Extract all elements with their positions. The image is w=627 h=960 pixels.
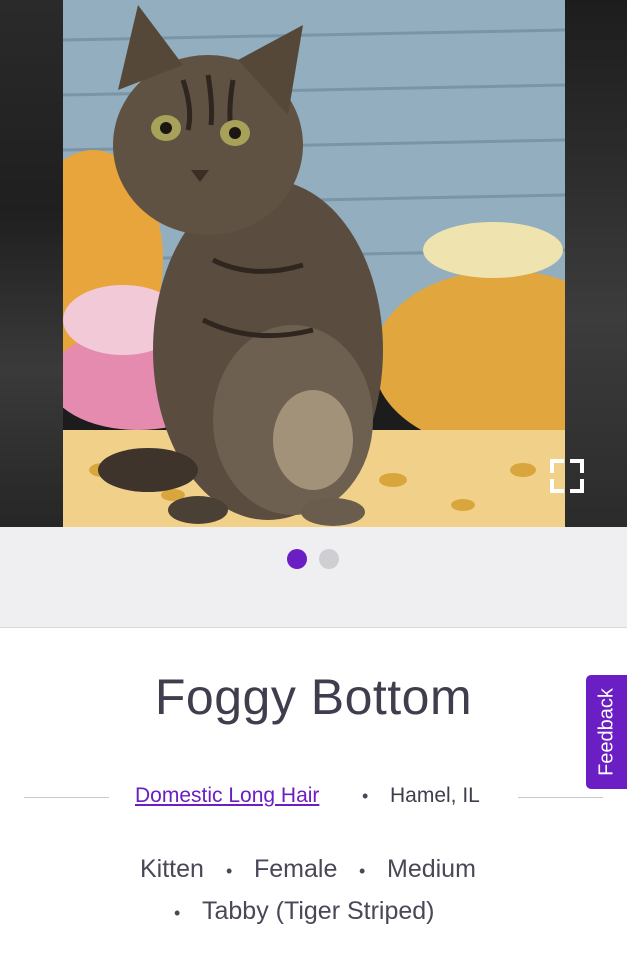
kitten-photo-illustration xyxy=(63,0,565,527)
age-text: Kitten xyxy=(140,855,204,883)
carousel-dot-1[interactable] xyxy=(287,549,307,569)
attributes-row-2: • Tabby (Tiger Striped) xyxy=(0,897,627,931)
separator-dot: • xyxy=(174,903,181,923)
divider-left xyxy=(24,797,109,798)
pet-photo[interactable] xyxy=(63,0,565,527)
pet-name-heading: Foggy Bottom xyxy=(154,669,473,725)
carousel-dot-2[interactable] xyxy=(319,549,339,569)
photo-carousel[interactable] xyxy=(0,0,627,527)
gender-text: Female xyxy=(254,855,338,883)
feedback-label: Feedback xyxy=(595,688,617,776)
location-text: Hamel, IL xyxy=(390,784,480,807)
breed-link[interactable]: Domestic Long Hair xyxy=(135,784,319,808)
size-text: Medium xyxy=(387,855,476,883)
expand-photo-button[interactable] xyxy=(548,457,586,495)
separator-dot: • xyxy=(362,786,369,806)
attributes-row-1: Kitten • Female • Medium xyxy=(0,855,627,889)
coat-text: Tabby (Tiger Striped) xyxy=(202,897,435,925)
breed-location-row: Domestic Long Hair • Hamel, IL xyxy=(0,782,627,812)
divider-right xyxy=(518,797,603,798)
carousel-pagination xyxy=(0,527,627,628)
previous-photo-peek[interactable] xyxy=(0,0,63,527)
separator-dot: • xyxy=(359,861,366,881)
feedback-tab[interactable]: Feedback xyxy=(586,675,627,789)
next-photo-peek[interactable] xyxy=(565,0,627,527)
separator-dot: • xyxy=(226,861,233,881)
expand-icon xyxy=(550,459,584,493)
